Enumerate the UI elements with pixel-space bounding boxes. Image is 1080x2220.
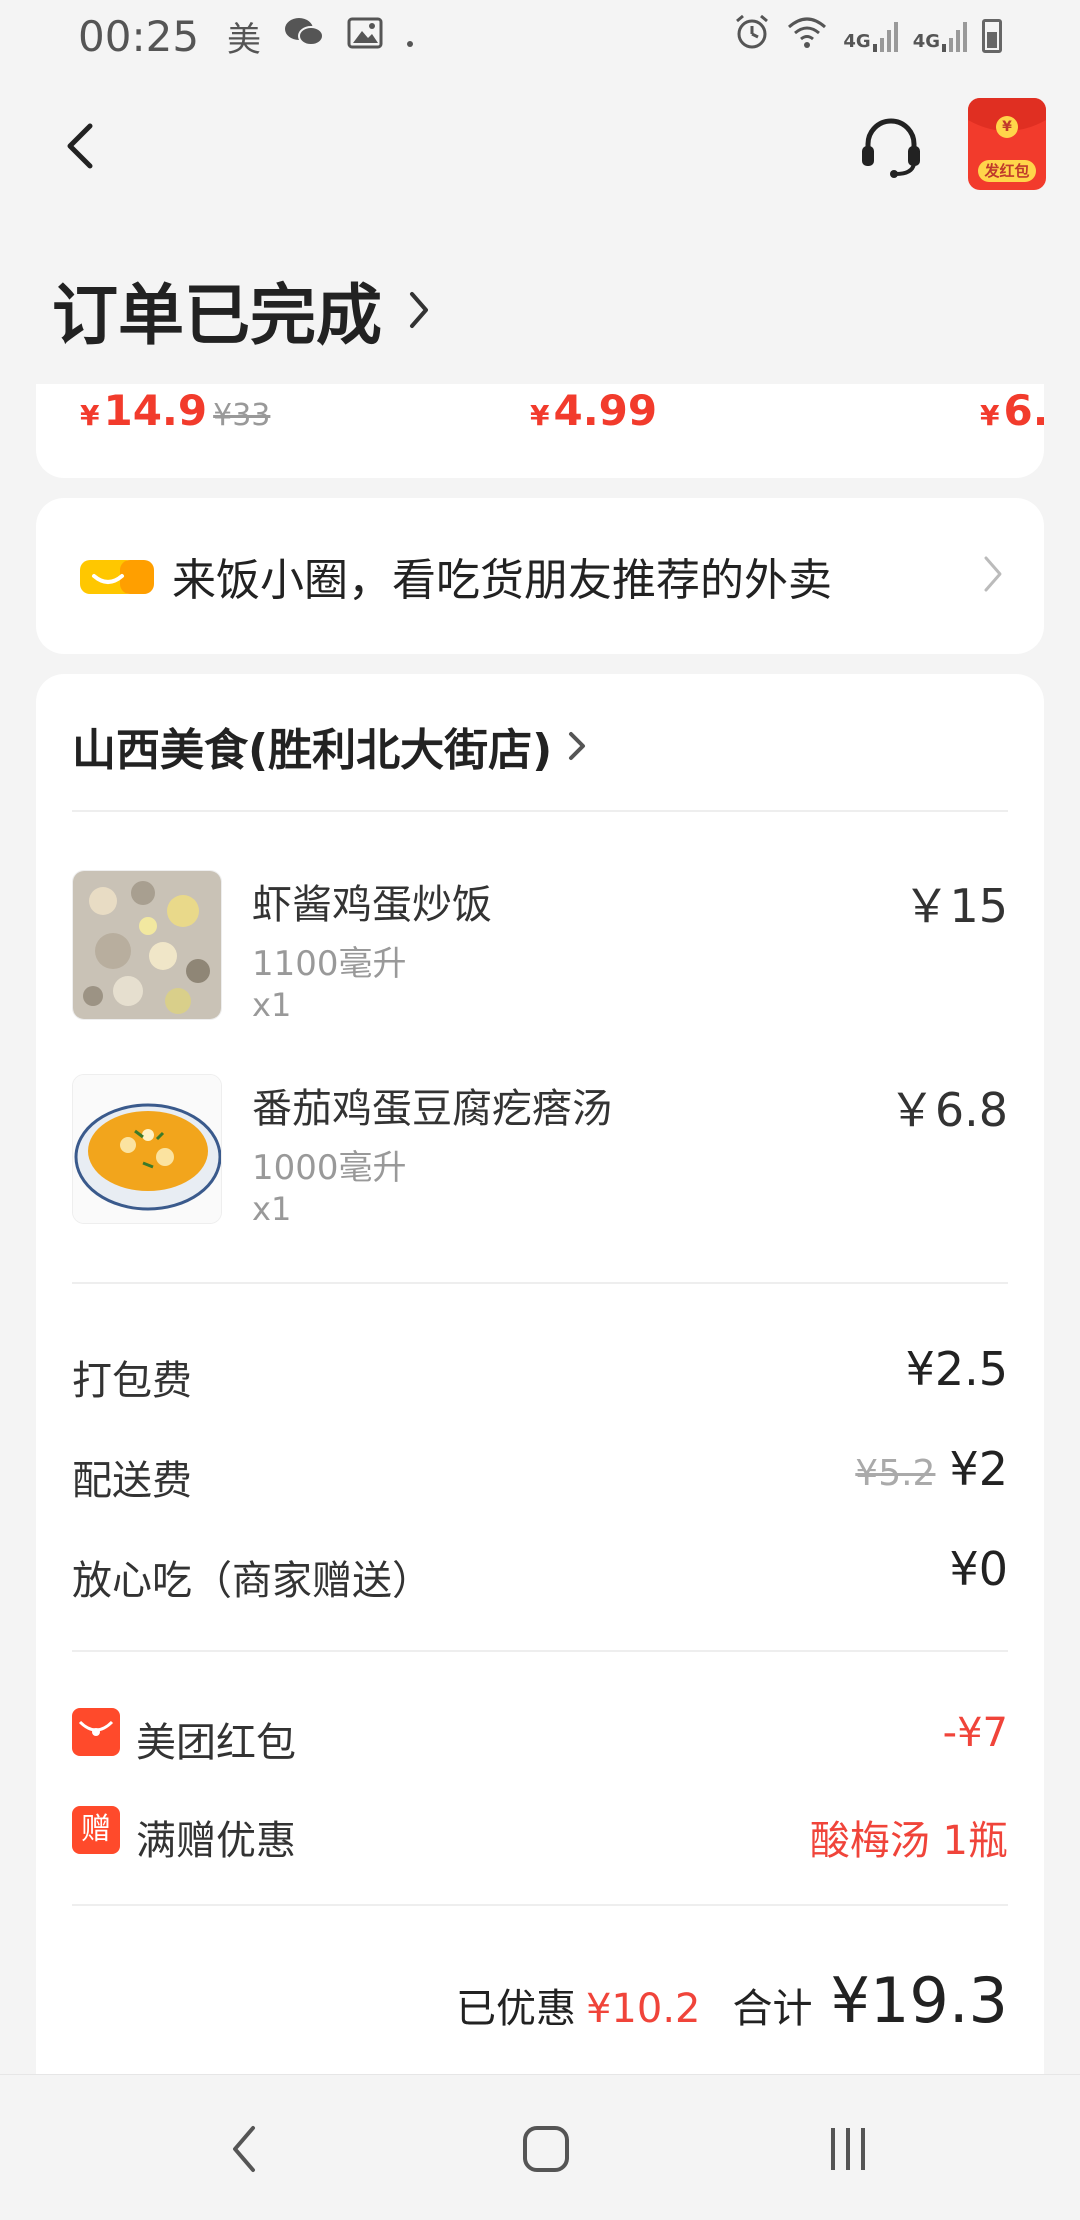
recommend-price[interactable]: ¥4.99 xyxy=(530,386,657,435)
red-packet-label: 发红包 xyxy=(978,160,1036,182)
delivery-original-fee: ¥5.2 xyxy=(855,1453,936,1494)
back-button[interactable] xyxy=(50,116,110,176)
notification-icons: 美 xyxy=(227,12,415,61)
item-image xyxy=(72,870,222,1020)
promo-value: -¥7 xyxy=(942,1710,1008,1756)
order-status-title[interactable]: 订单已完成 xyxy=(52,262,432,358)
gift-promo-row: 赠 满赠优惠 酸梅汤 1瓶 xyxy=(72,1802,1008,1864)
recents-icon xyxy=(831,2128,865,2170)
system-recents-button[interactable] xyxy=(808,2117,888,2181)
promo-value: 酸梅汤 1瓶 xyxy=(809,1818,1008,1864)
system-back-button[interactable] xyxy=(204,2117,284,2181)
send-red-packet-button[interactable]: ¥ 发红包 xyxy=(968,98,1046,190)
divider xyxy=(72,1650,1008,1652)
food-circle-banner[interactable]: 来饭小圈，看吃货朋友推荐的外卖 xyxy=(36,498,1044,654)
original-price: ¥33 xyxy=(213,398,271,433)
packing-fee-label: 打包费 xyxy=(72,1358,192,1404)
chat-bubble-icon xyxy=(80,560,154,594)
alarm-icon xyxy=(733,13,771,59)
item-price: ￥15 xyxy=(903,879,1008,933)
store-name: 山西美食(胜利北大街店) xyxy=(72,725,553,776)
chevron-right-icon xyxy=(569,732,586,760)
chevron-right-icon xyxy=(410,292,428,328)
discount-value: ¥10.2 xyxy=(585,1986,701,2032)
wifi-icon xyxy=(785,15,829,57)
item-name: 番茄鸡蛋豆腐疙瘩汤 xyxy=(252,1086,612,1132)
delivery-actual-fee: ¥2 xyxy=(949,1442,1008,1496)
delivery-fee-row: 配送费 ¥5.2 ¥2 xyxy=(72,1442,1008,1504)
page-title: 订单已完成 xyxy=(52,277,382,354)
system-icons: 4G 4G xyxy=(733,13,1002,59)
battery-icon xyxy=(982,19,1002,53)
item-quantity: x1 xyxy=(252,986,292,1024)
status-bar: 00:25 美 4G 4G xyxy=(0,0,1080,72)
recommend-price[interactable]: ¥14.9 ¥33 xyxy=(80,386,270,435)
delivery-fee-value: ¥5.2 ¥2 xyxy=(855,1442,1008,1496)
top-nav: ¥ 发红包 xyxy=(0,92,1080,202)
item-image xyxy=(72,1074,222,1224)
home-square-icon xyxy=(523,2126,569,2172)
safe-eat-row: 放心吃（商家赠送） ¥0 xyxy=(72,1542,1008,1604)
item-spec: 1000毫升 xyxy=(252,1148,407,1188)
delivery-fee-label: 配送费 xyxy=(72,1458,192,1504)
order-item[interactable]: 番茄鸡蛋豆腐疙瘩汤 1000毫升 x1 ￥6.8 xyxy=(72,1074,1008,1228)
meituan-icon: 美 xyxy=(227,19,262,60)
store-link[interactable]: 山西美食(胜利北大街店) xyxy=(72,714,586,778)
coin-icon: ¥ xyxy=(996,116,1018,138)
gift-icon: 赠 xyxy=(72,1806,120,1854)
circle-banner-text: 来饭小圈，看吃货朋友推荐的外卖 xyxy=(172,555,832,606)
red-envelope-icon xyxy=(72,1708,120,1756)
customer-service-button[interactable] xyxy=(856,112,926,182)
chevron-right-icon xyxy=(984,556,1002,592)
packing-fee-row: 打包费 ¥2.5 xyxy=(72,1342,1008,1404)
signal-4g-icon: 4G xyxy=(843,20,898,52)
total-value: ¥19.3 xyxy=(830,1964,1009,2037)
item-price: ￥6.8 xyxy=(888,1083,1008,1137)
signal-4g-icon-2: 4G xyxy=(913,20,968,52)
system-home-button[interactable] xyxy=(506,2117,586,2181)
safe-eat-value: ¥0 xyxy=(949,1542,1008,1596)
chevron-left-icon xyxy=(67,123,93,169)
order-item[interactable]: 虾酱鸡蛋炒饭 1100毫升 x1 ￥15 xyxy=(72,870,1008,1024)
packing-fee-value: ¥2.5 xyxy=(905,1342,1008,1396)
divider xyxy=(72,1904,1008,1906)
headset-icon xyxy=(862,118,920,178)
item-spec: 1100毫升 xyxy=(252,944,407,984)
total-label: 合计 xyxy=(732,1986,813,2032)
system-nav-bar xyxy=(0,2074,1080,2220)
discount-label: 已优惠 xyxy=(455,1986,576,2032)
status-time: 00:25 xyxy=(78,11,200,61)
meituan-red-packet-row: 美团红包 -¥7 xyxy=(72,1704,1008,1766)
divider xyxy=(72,1282,1008,1284)
recommend-price[interactable]: ¥6. xyxy=(980,386,1044,435)
order-detail-card: 山西美食(胜利北大街店) 虾酱鸡蛋炒饭 1100毫升 x1 ￥15 番茄鸡蛋豆腐… xyxy=(36,674,1044,2074)
item-quantity: x1 xyxy=(252,1190,292,1228)
dot-icon xyxy=(405,13,415,59)
recommendation-strip[interactable]: ¥14.9¥33 ¥4.99 ¥6. xyxy=(36,384,1044,478)
order-summary: 已优惠 ¥10.2 合计 ¥19.3 xyxy=(456,1964,1008,2037)
gallery-icon xyxy=(347,13,383,59)
promo-label: 美团红包 xyxy=(136,1720,296,1766)
safe-eat-label: 放心吃（商家赠送） xyxy=(72,1558,432,1604)
wechat-icon xyxy=(283,13,325,59)
back-arrow-icon xyxy=(233,2126,255,2172)
promo-label: 满赠优惠 xyxy=(136,1818,296,1864)
divider xyxy=(72,810,1008,812)
item-name: 虾酱鸡蛋炒饭 xyxy=(252,882,492,928)
